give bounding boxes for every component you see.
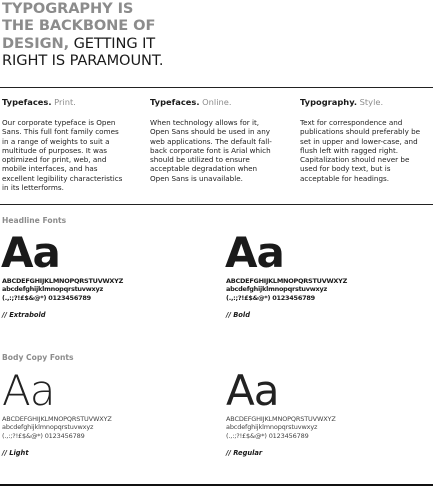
column-style: Typography. Style. Text for corresponden… (300, 97, 424, 183)
body-copy-fonts-label: Body Copy Fonts (2, 353, 74, 362)
column-title: Typefaces. (150, 97, 200, 107)
specimen-symbols: (.,:;?!£$&@*) 0123456789 (226, 431, 309, 440)
specimen-caption: // Extrabold (2, 311, 46, 320)
specimen-symbols: (.,:;?!£$&@*) 0123456789 (226, 293, 315, 302)
specimen-caption: // Bold (226, 311, 250, 320)
hero-line-2: THE BACKBONE OF (2, 17, 156, 35)
specimen-symbols: (.,:;?!£$&@*) 0123456789 (2, 293, 91, 302)
column-subtitle: Print. (51, 97, 76, 107)
column-print: Typefaces. Print. Our corporate typeface… (2, 97, 126, 192)
specimen-extrabold: Aa ABCDEFGHIJKLMNOPQRSTUVWXYZ abcdefghij… (1, 228, 202, 320)
specimen-symbols: (.,:;?!£$&@*) 0123456789 (2, 431, 85, 440)
hero-statement: TYPOGRAPHY IS THE BACKBONE OF DESIGN, GE… (2, 0, 422, 70)
divider-bottom (0, 484, 433, 486)
specimen-lowercase: abcdefghijklmnopqrstuvwxyz (226, 285, 328, 294)
specimen-sample: Aa (226, 366, 279, 415)
specimen-light: Aa ABCDEFGHIJKLMNOPQRSTUVWXYZ abcdefghij… (2, 366, 202, 458)
specimen-sample: Aa (2, 366, 55, 415)
specimen-uppercase: ABCDEFGHIJKLMNOPQRSTUVWXYZ (2, 415, 112, 423)
column-subtitle: Style. (357, 97, 384, 107)
specimen-sample: Aa (1, 228, 61, 277)
specimen-caption: // Regular (226, 449, 263, 458)
specimen-lowercase: abcdefghijklmnopqrstuvwxyz (2, 423, 94, 432)
column-heading: Typefaces. Print. (2, 97, 126, 108)
divider-middle (0, 204, 433, 205)
specimen-uppercase: ABCDEFGHIJKLMNOPQRSTUVWXYZ (2, 277, 124, 285)
hero-line-3-light: GETTING IT (69, 34, 156, 52)
column-subtitle: Online. (199, 97, 232, 107)
specimen-uppercase: ABCDEFGHIJKLMNOPQRSTUVWXYZ (226, 415, 336, 423)
column-body: Our corporate typeface is Open Sans. Thi… (2, 118, 123, 193)
divider-top (0, 87, 433, 88)
hero-line-4: RIGHT IS PARAMOUNT. (2, 52, 164, 70)
column-title: Typography. (300, 97, 357, 107)
column-online: Typefaces. Online. When technology allow… (150, 97, 274, 183)
specimen-caption: // Light (2, 449, 29, 458)
hero-line-3-bold: DESIGN, (2, 34, 70, 52)
specimen-uppercase: ABCDEFGHIJKLMNOPQRSTUVWXYZ (226, 277, 348, 285)
hero-line-1: TYPOGRAPHY IS (2, 0, 134, 17)
column-body: Text for correspondence and publications… (300, 118, 421, 183)
specimen-sample: Aa (225, 228, 285, 277)
specimen-regular: Aa ABCDEFGHIJKLMNOPQRSTUVWXYZ abcdefghij… (226, 366, 426, 458)
specimen-lowercase: abcdefghijklmnopqrstuvwxyz (226, 423, 318, 432)
column-heading: Typefaces. Online. (150, 97, 274, 108)
specimen-lowercase: abcdefghijklmnopqrstuvwxyz (2, 285, 104, 294)
headline-fonts-label: Headline Fonts (2, 216, 67, 225)
specimen-bold: Aa ABCDEFGHIJKLMNOPQRSTUVWXYZ abcdefghij… (225, 228, 426, 320)
column-body: When technology allows for it, Open Sans… (150, 118, 272, 183)
hero-line-3: DESIGN, GETTING IT (2, 35, 422, 52)
column-heading: Typography. Style. (300, 97, 424, 108)
column-title: Typefaces. (2, 97, 52, 107)
